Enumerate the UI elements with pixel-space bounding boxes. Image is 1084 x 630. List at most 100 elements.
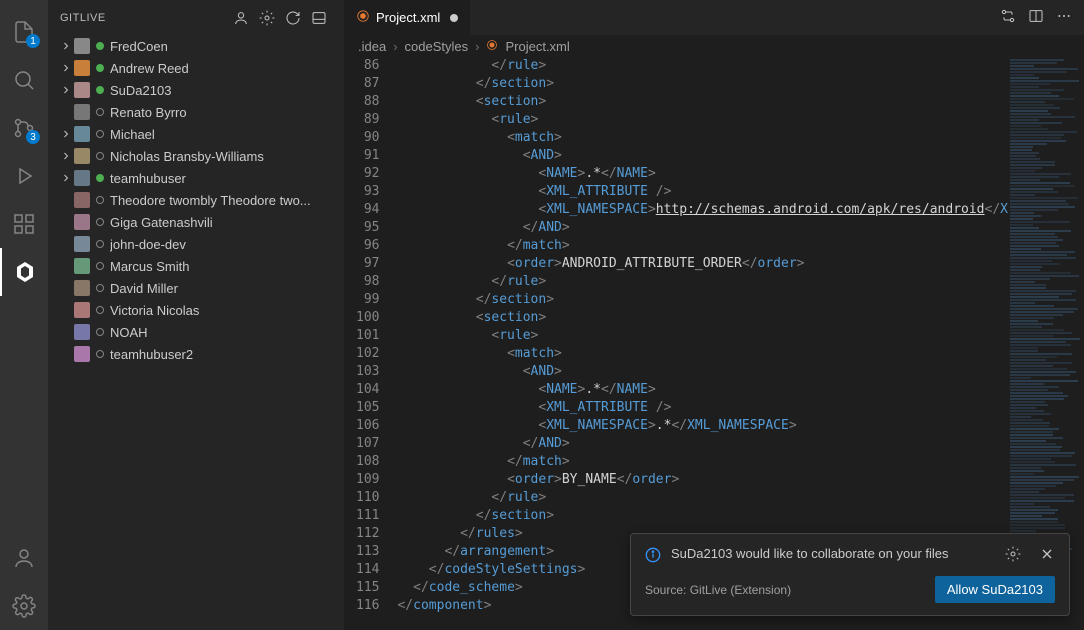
breadcrumb-seg[interactable]: Project.xml	[505, 39, 569, 54]
code-line[interactable]: <XML_NAMESPACE>.*</XML_NAMESPACE>	[397, 417, 1008, 435]
scm-tab[interactable]: 3	[0, 104, 48, 152]
user-row[interactable]: FredCoen	[48, 35, 344, 57]
tab-bar: Project.xml	[344, 0, 1084, 35]
user-name-label: NOAH	[110, 325, 148, 340]
status-indicator-icon	[96, 108, 104, 116]
line-number: 102	[356, 345, 379, 363]
user-row[interactable]: Marcus Smith	[48, 255, 344, 277]
breadcrumb[interactable]: .idea › codeStyles › Project.xml	[344, 35, 1084, 57]
status-indicator-icon	[96, 152, 104, 160]
refresh-icon[interactable]	[280, 7, 306, 29]
line-number: 87	[356, 75, 379, 93]
line-number: 97	[356, 255, 379, 273]
code-line[interactable]: <AND>	[397, 147, 1008, 165]
code-line[interactable]: </AND>	[397, 219, 1008, 237]
code-line[interactable]: <section>	[397, 309, 1008, 327]
code-line[interactable]: <AND>	[397, 363, 1008, 381]
allow-button[interactable]: Allow SuDa2103	[935, 576, 1055, 603]
code-line[interactable]: <rule>	[397, 327, 1008, 345]
user-name-label: Michael	[110, 127, 155, 142]
code-line[interactable]: </section>	[397, 75, 1008, 93]
gear-icon[interactable]	[1005, 546, 1021, 565]
code-line[interactable]: <XML_NAMESPACE>http://schemas.android.co…	[397, 201, 1008, 219]
profile-icon[interactable]	[228, 7, 254, 29]
chevron-right-icon	[58, 150, 74, 162]
code-line[interactable]: </section>	[397, 507, 1008, 525]
avatar	[74, 126, 90, 142]
settings-icon[interactable]	[0, 582, 48, 630]
code-line[interactable]: <order>ANDROID_ATTRIBUTE_ORDER</order>	[397, 255, 1008, 273]
explorer-tab[interactable]: 1	[0, 8, 48, 56]
chevron-right-icon	[58, 84, 74, 96]
user-row[interactable]: Andrew Reed	[48, 57, 344, 79]
dirty-indicator-icon	[450, 14, 458, 22]
chevron-right-icon	[58, 40, 74, 52]
code-line[interactable]: <rule>	[397, 111, 1008, 129]
code-line[interactable]: <NAME>.*</NAME>	[397, 381, 1008, 399]
line-number: 88	[356, 93, 379, 111]
code-line[interactable]: </match>	[397, 237, 1008, 255]
status-indicator-icon	[96, 86, 104, 94]
code-line[interactable]: </rule>	[397, 489, 1008, 507]
user-row[interactable]: teamhubuser2	[48, 343, 344, 365]
code-line[interactable]: </match>	[397, 453, 1008, 471]
line-number: 111	[356, 507, 379, 525]
search-tab[interactable]	[0, 56, 48, 104]
notification-source: Source: GitLive (Extension)	[645, 583, 935, 597]
status-indicator-icon	[96, 130, 104, 138]
more-actions-icon[interactable]	[1056, 8, 1072, 27]
code-line[interactable]: <order>BY_NAME</order>	[397, 471, 1008, 489]
line-number: 92	[356, 165, 379, 183]
code-line[interactable]: <NAME>.*</NAME>	[397, 165, 1008, 183]
user-row[interactable]: Renato Byrro	[48, 101, 344, 123]
sidebar-title: GITLIVE	[60, 12, 228, 24]
extensions-tab[interactable]	[0, 200, 48, 248]
user-row[interactable]: Victoria Nicolas	[48, 299, 344, 321]
user-row[interactable]: SuDa2103	[48, 79, 344, 101]
code-line[interactable]: <XML_ATTRIBUTE />	[397, 399, 1008, 417]
code-line[interactable]: <section>	[397, 93, 1008, 111]
user-row[interactable]: NOAH	[48, 321, 344, 343]
line-number: 113	[356, 543, 379, 561]
code-line[interactable]: <match>	[397, 345, 1008, 363]
avatar	[74, 60, 90, 76]
avatar	[74, 236, 90, 252]
info-icon	[645, 547, 661, 566]
accounts-icon[interactable]	[0, 534, 48, 582]
code-line[interactable]: </AND>	[397, 435, 1008, 453]
gitlive-tab[interactable]	[0, 248, 48, 296]
close-icon[interactable]	[1039, 546, 1055, 565]
user-row[interactable]: Michael	[48, 123, 344, 145]
user-row[interactable]: john-doe-dev	[48, 233, 344, 255]
compare-icon[interactable]	[1000, 8, 1016, 27]
line-number: 101	[356, 327, 379, 345]
panel-icon[interactable]	[306, 7, 332, 29]
chevron-right-icon	[58, 128, 74, 140]
debug-tab[interactable]	[0, 152, 48, 200]
status-indicator-icon	[96, 284, 104, 292]
user-name-label: Marcus Smith	[110, 259, 189, 274]
breadcrumb-seg[interactable]: .idea	[358, 39, 386, 54]
user-list[interactable]: FredCoenAndrew Reed SuDa2103 Renato Byrro M…	[48, 35, 344, 630]
code-line[interactable]: </rule>	[397, 57, 1008, 75]
chevron-right-icon	[58, 172, 74, 184]
user-row[interactable]: Nicholas Bransby-Williams	[48, 145, 344, 167]
code-line[interactable]: </rule>	[397, 273, 1008, 291]
user-name-label: SuDa2103	[110, 83, 171, 98]
status-indicator-icon	[96, 196, 104, 204]
code-line[interactable]: </section>	[397, 291, 1008, 309]
user-row[interactable]: Giga Gatenashvili	[48, 211, 344, 233]
line-number: 104	[356, 381, 379, 399]
user-row[interactable]: David Miller	[48, 277, 344, 299]
notification-toast: SuDa2103 would like to collaborate on yo…	[630, 533, 1070, 616]
gear-icon[interactable]	[254, 7, 280, 29]
breadcrumb-seg[interactable]: codeStyles	[405, 39, 469, 54]
split-editor-icon[interactable]	[1028, 8, 1044, 27]
code-line[interactable]: <match>	[397, 129, 1008, 147]
user-row[interactable]: Theodore twombly Theodore two...	[48, 189, 344, 211]
tab-project-xml[interactable]: Project.xml	[344, 0, 471, 35]
code-line[interactable]: <XML_ATTRIBUTE />	[397, 183, 1008, 201]
user-name-label: teamhubuser	[110, 171, 186, 186]
user-name-label: Victoria Nicolas	[110, 303, 199, 318]
user-row[interactable]: teamhubuser	[48, 167, 344, 189]
